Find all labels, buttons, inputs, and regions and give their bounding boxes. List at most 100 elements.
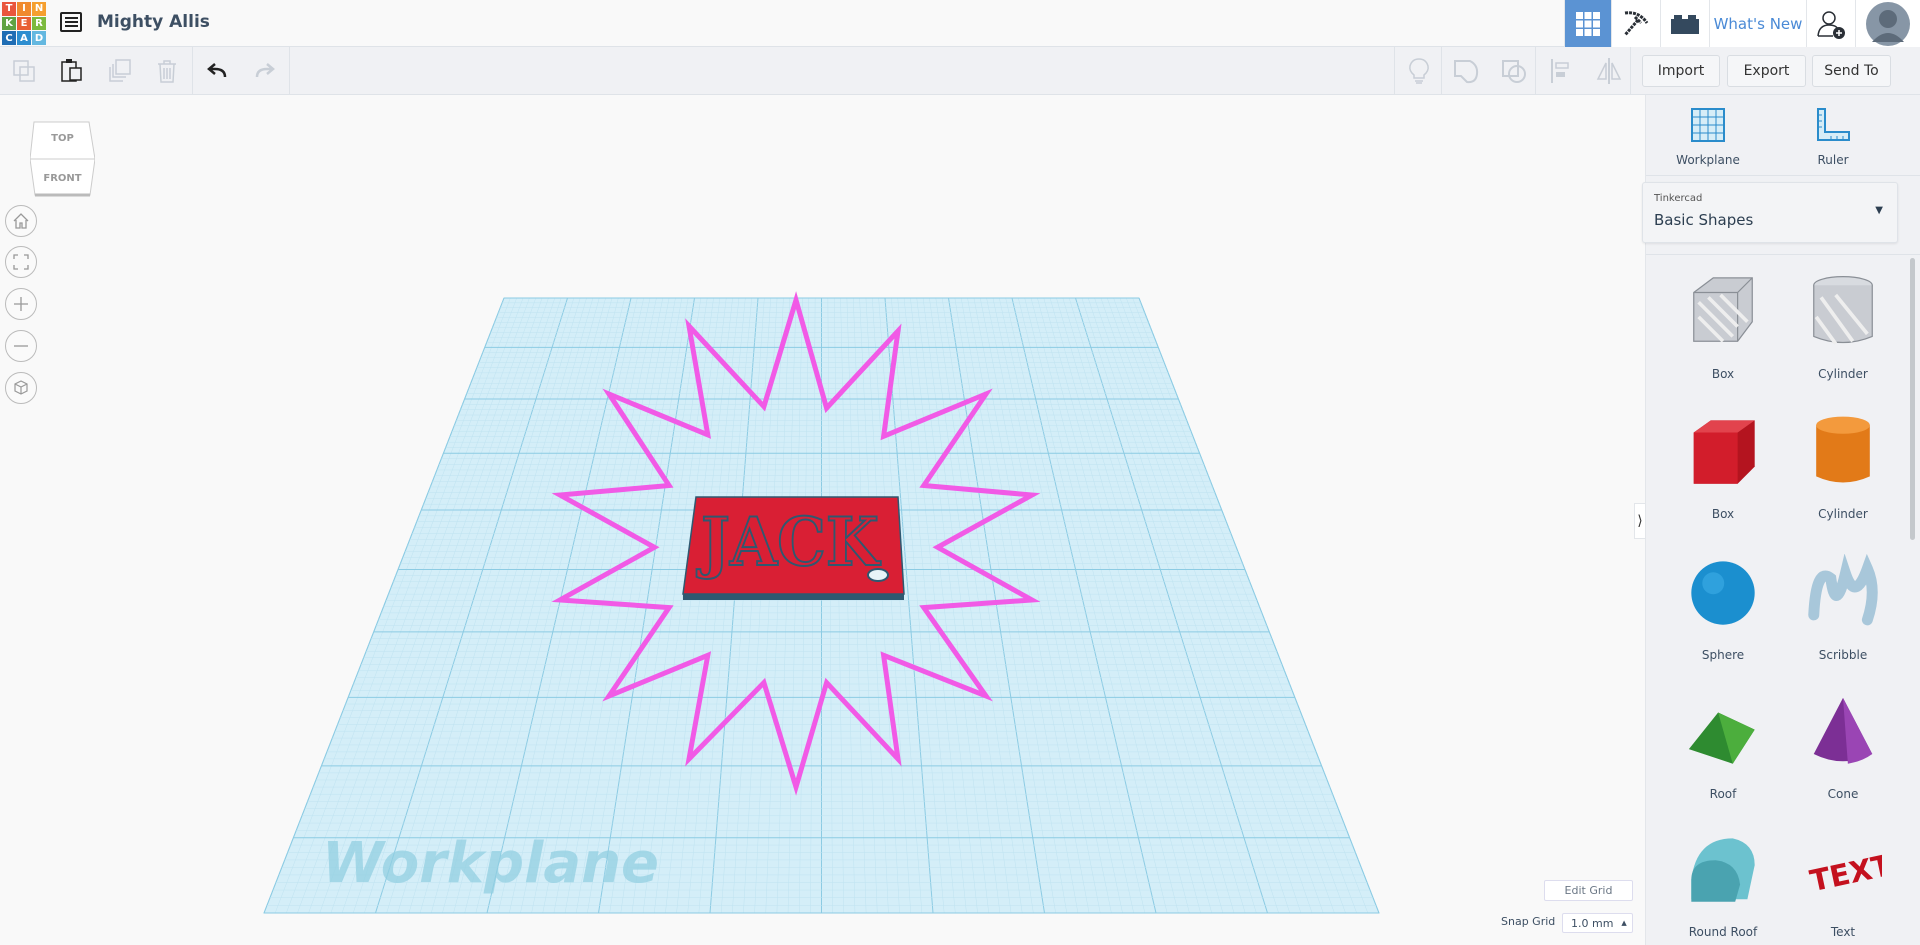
import-button[interactable]: Import: [1642, 55, 1720, 87]
logo-letter: I: [17, 2, 31, 16]
shape-cylinder[interactable]: Cylinder: [1783, 413, 1903, 521]
clipboard-icon: [59, 58, 85, 84]
zoom-in-button[interactable]: [5, 288, 37, 320]
shape-scribble[interactable]: Scribble: [1783, 554, 1903, 662]
3d-workplane-canvas[interactable]: Workplane JACK: [0, 95, 1645, 945]
fit-view-button[interactable]: [5, 246, 37, 278]
workplane-grid-icon: [1690, 107, 1726, 143]
text-text-icon: TEXT: [1804, 831, 1882, 909]
shape-text[interactable]: TEXT Text: [1783, 831, 1903, 939]
whats-new-link[interactable]: What's New: [1709, 0, 1806, 47]
duplicate-button[interactable]: [104, 55, 136, 87]
lego-bricks-view-button[interactable]: [1660, 0, 1709, 47]
shape-cone[interactable]: Cone: [1783, 693, 1903, 801]
snap-grid-label: Snap Grid: [1501, 915, 1555, 928]
logo-letter: K: [2, 17, 16, 31]
user-avatar[interactable]: [1855, 0, 1920, 47]
3d-design-view-button[interactable]: [1564, 0, 1611, 47]
hole-box-icon: [1684, 273, 1762, 351]
copy-button[interactable]: [8, 55, 40, 87]
hole-cylinder-icon: [1804, 273, 1882, 351]
home-view-button[interactable]: [5, 205, 37, 237]
snap-grid-value: 1.0 mm: [1571, 917, 1613, 930]
shape-label: Cylinder: [1783, 507, 1903, 521]
logo-letter: R: [32, 17, 46, 31]
shape-label: Cylinder: [1783, 367, 1903, 381]
align-button[interactable]: [1545, 55, 1577, 87]
show-hide-button[interactable]: [1403, 55, 1435, 87]
purple-cone-icon: [1804, 693, 1882, 771]
mirror-button[interactable]: [1593, 55, 1625, 87]
shape-library-dropdown[interactable]: Tinkercad Basic Shapes ▼: [1642, 182, 1898, 243]
avatar-icon: [1866, 2, 1910, 46]
edit-toolbar: Import Export Send To: [0, 47, 1920, 95]
ungroup-button[interactable]: [1498, 55, 1530, 87]
logo-letter: C: [2, 31, 16, 45]
design-title[interactable]: Mighty Allis: [97, 12, 210, 32]
undo-icon: [205, 58, 231, 84]
shape-round-roof[interactable]: Round Roof: [1663, 831, 1783, 939]
keychain-text: JACK: [696, 503, 881, 581]
invite-user-button[interactable]: [1806, 0, 1855, 47]
shape-sphere[interactable]: Sphere: [1663, 554, 1783, 662]
ungroup-icon: [1500, 57, 1528, 85]
export-button[interactable]: Export: [1727, 55, 1806, 87]
ruler-tool[interactable]: Ruler: [1783, 107, 1883, 167]
minecraft-view-button[interactable]: [1611, 0, 1660, 47]
svg-text:TEXT: TEXT: [1807, 848, 1882, 898]
minus-icon: [12, 337, 30, 355]
green-roof-icon: [1684, 693, 1762, 771]
tinkercad-logo[interactable]: TINKERCAD: [2, 2, 46, 45]
fit-icon: [12, 253, 30, 271]
delete-button[interactable]: [151, 55, 183, 87]
red-box-icon: [1684, 413, 1762, 491]
lightbulb-icon: [1406, 57, 1432, 85]
zoom-out-button[interactable]: [5, 330, 37, 362]
paste-button[interactable]: [56, 55, 88, 87]
shape-label: Scribble: [1783, 648, 1903, 662]
ruler-label: Ruler: [1783, 153, 1883, 167]
group-button[interactable]: [1450, 55, 1482, 87]
trash-icon: [154, 58, 180, 84]
keychain-shape[interactable]: JACK: [683, 497, 904, 600]
shape-label: Sphere: [1663, 648, 1783, 662]
shape-label: Cone: [1783, 787, 1903, 801]
shape-cylinder[interactable]: Cylinder: [1783, 273, 1903, 381]
view-cube[interactable]: TOP FRONT: [30, 121, 95, 197]
brick-icon: [1671, 14, 1699, 34]
library-source: Tinkercad: [1654, 193, 1702, 204]
undo-button[interactable]: [202, 55, 234, 87]
workplane-watermark: Workplane: [322, 831, 659, 896]
workplane-label: Workplane: [1658, 153, 1758, 167]
shape-box[interactable]: Box: [1663, 413, 1783, 521]
shape-box[interactable]: Box: [1663, 273, 1783, 381]
redo-button[interactable]: [248, 55, 280, 87]
logo-letter: A: [17, 31, 31, 45]
copy-icon: [11, 58, 37, 84]
shape-roof[interactable]: Roof: [1663, 693, 1783, 801]
send-to-button[interactable]: Send To: [1812, 55, 1891, 87]
ruler-icon: [1815, 107, 1851, 143]
viewcube-top-face[interactable]: TOP: [30, 133, 95, 144]
duplicate-icon: [107, 58, 133, 84]
edit-grid-button[interactable]: Edit Grid: [1544, 880, 1633, 901]
panel-scrollbar[interactable]: [1910, 258, 1915, 540]
viewcube-front-face[interactable]: FRONT: [30, 173, 95, 184]
align-icon: [1548, 57, 1574, 85]
redo-icon: [251, 58, 277, 84]
logo-letter: D: [32, 31, 46, 45]
group-icon: [1452, 57, 1480, 85]
user-add-icon: [1816, 9, 1846, 39]
library-name: Basic Shapes: [1654, 211, 1753, 229]
dropdown-caret-icon: ▼: [1875, 205, 1883, 216]
pickaxe-icon: [1621, 9, 1651, 39]
shape-label: Box: [1663, 507, 1783, 521]
design-list-icon[interactable]: [60, 12, 82, 32]
blue-sphere-icon: [1684, 554, 1762, 632]
shape-label: Text: [1783, 925, 1903, 939]
perspective-toggle-button[interactable]: [5, 372, 37, 404]
snap-grid-select[interactable]: 1.0 mm ▲: [1562, 913, 1633, 933]
scribble-scribble-icon: [1804, 554, 1882, 632]
workplane-tool[interactable]: Workplane: [1658, 107, 1758, 167]
orange-cylinder-icon: [1804, 413, 1882, 491]
